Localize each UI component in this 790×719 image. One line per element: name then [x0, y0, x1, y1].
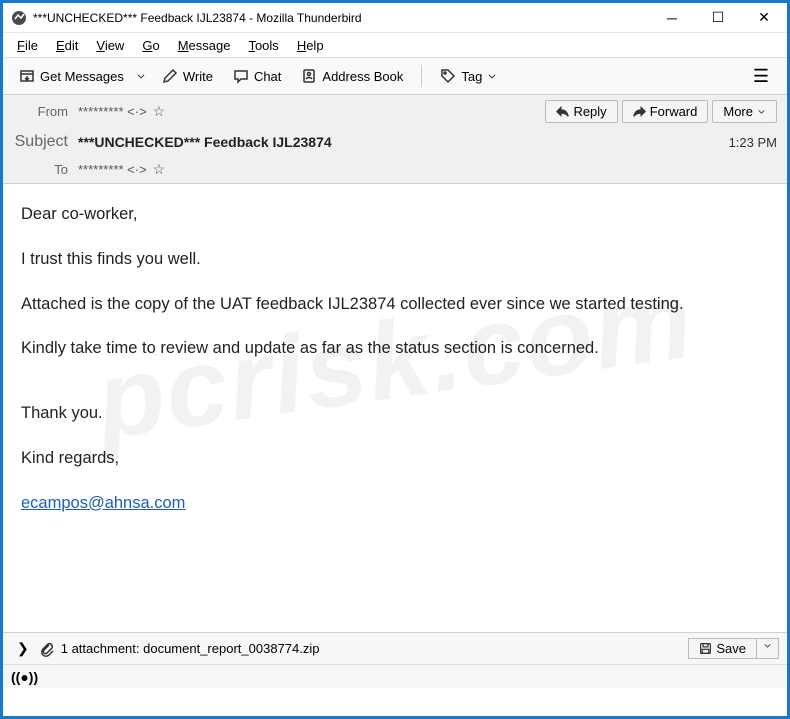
tag-button[interactable]: Tag — [432, 64, 505, 88]
menu-view[interactable]: View — [88, 36, 132, 55]
body-paragraph: Attached is the copy of the UAT feedback… — [21, 292, 769, 317]
address-book-icon — [301, 68, 317, 84]
save-dropdown[interactable] — [757, 638, 779, 659]
body-paragraph: I trust this finds you well. — [21, 247, 769, 272]
chevron-down-icon — [487, 71, 497, 81]
forward-icon — [633, 105, 646, 118]
attachment-bar: ❯ 1 attachment: document_report_0038774.… — [3, 632, 787, 664]
subject-row: Subject ***UNCHECKED*** Feedback IJL2387… — [3, 128, 787, 156]
message-header: From ********* <·> ☆ Reply Forward More … — [3, 95, 787, 184]
get-messages-dropdown[interactable] — [132, 67, 150, 85]
pencil-icon — [162, 68, 178, 84]
chevron-down-icon — [763, 641, 772, 650]
minimize-button[interactable]: ─ — [649, 3, 695, 33]
reply-label: Reply — [573, 104, 606, 119]
chat-icon — [233, 68, 249, 84]
star-icon[interactable]: ☆ — [153, 161, 166, 178]
from-label: From — [13, 104, 68, 119]
save-attachment: Save — [688, 638, 779, 659]
get-messages-button[interactable]: Get Messages — [11, 64, 132, 88]
app-menu-button[interactable]: ☰ — [743, 60, 779, 93]
menu-edit[interactable]: Edit — [48, 36, 86, 55]
window-title: ***UNCHECKED*** Feedback IJL23874 - Mozi… — [33, 11, 649, 25]
tag-icon — [440, 68, 456, 84]
attachment-text: 1 attachment: document_report_0038774.zi… — [61, 641, 320, 656]
tag-label: Tag — [461, 69, 482, 84]
more-label: More — [723, 104, 753, 119]
chat-button[interactable]: Chat — [225, 64, 289, 88]
save-button[interactable]: Save — [688, 638, 757, 659]
forward-button[interactable]: Forward — [622, 100, 709, 123]
address-book-label: Address Book — [322, 69, 403, 84]
close-button[interactable]: ✕ — [741, 3, 787, 33]
chevron-down-icon — [136, 71, 146, 81]
more-button[interactable]: More — [712, 100, 777, 123]
menu-help[interactable]: Help — [289, 36, 332, 55]
status-bar: ((●)) — [3, 664, 787, 688]
from-row: From ********* <·> ☆ Reply Forward More — [3, 95, 787, 128]
signal-icon: ((●)) — [11, 669, 38, 685]
toolbar-separator — [421, 65, 422, 87]
menu-file[interactable]: File — [9, 36, 46, 55]
address-book-button[interactable]: Address Book — [293, 64, 411, 88]
download-icon — [19, 68, 35, 84]
chevron-down-icon — [757, 107, 766, 116]
paperclip-icon — [39, 641, 55, 657]
subject-label: Subject — [13, 133, 68, 151]
maximize-button[interactable]: ☐ — [695, 3, 741, 33]
to-label: To — [13, 162, 68, 177]
menu-bar: File Edit View Go Message Tools Help — [3, 33, 787, 57]
write-label: Write — [183, 69, 213, 84]
message-body: Dear co-worker, I trust this finds you w… — [3, 184, 787, 632]
body-paragraph: Kindly take time to review and update as… — [21, 336, 769, 361]
time-value: 1:23 PM — [729, 135, 777, 150]
attachment-expand[interactable]: ❯ — [11, 638, 35, 659]
save-icon — [699, 642, 712, 655]
reply-button[interactable]: Reply — [545, 100, 617, 123]
save-label: Save — [716, 641, 746, 656]
window-controls: ─ ☐ ✕ — [649, 3, 787, 33]
chat-label: Chat — [254, 69, 281, 84]
body-paragraph: Kind regards, — [21, 446, 769, 471]
menu-tools[interactable]: Tools — [240, 36, 286, 55]
sender-email-link[interactable]: ecampos@ahnsa.com — [21, 494, 185, 512]
to-row: To ********* <·> ☆ — [3, 156, 787, 183]
attachment-info: 1 attachment: document_report_0038774.zi… — [39, 641, 320, 657]
star-icon[interactable]: ☆ — [153, 103, 166, 120]
reply-icon — [556, 105, 569, 118]
subject-value: ***UNCHECKED*** Feedback IJL23874 — [78, 134, 332, 150]
body-paragraph: Dear co-worker, — [21, 202, 769, 227]
write-button[interactable]: Write — [154, 64, 221, 88]
menu-message[interactable]: Message — [170, 36, 239, 55]
toolbar: Get Messages Write Chat Address Book Tag… — [3, 57, 787, 95]
body-paragraph: Thank you. — [21, 401, 769, 426]
to-value: ********* <·> ☆ — [78, 161, 165, 178]
message-actions: Reply Forward More — [545, 100, 777, 123]
forward-label: Forward — [650, 104, 698, 119]
menu-go[interactable]: Go — [134, 36, 167, 55]
get-messages-label: Get Messages — [40, 69, 124, 84]
title-bar: ***UNCHECKED*** Feedback IJL23874 - Mozi… — [3, 3, 787, 33]
from-value: ********* <·> ☆ — [78, 103, 165, 120]
app-icon — [11, 10, 27, 26]
